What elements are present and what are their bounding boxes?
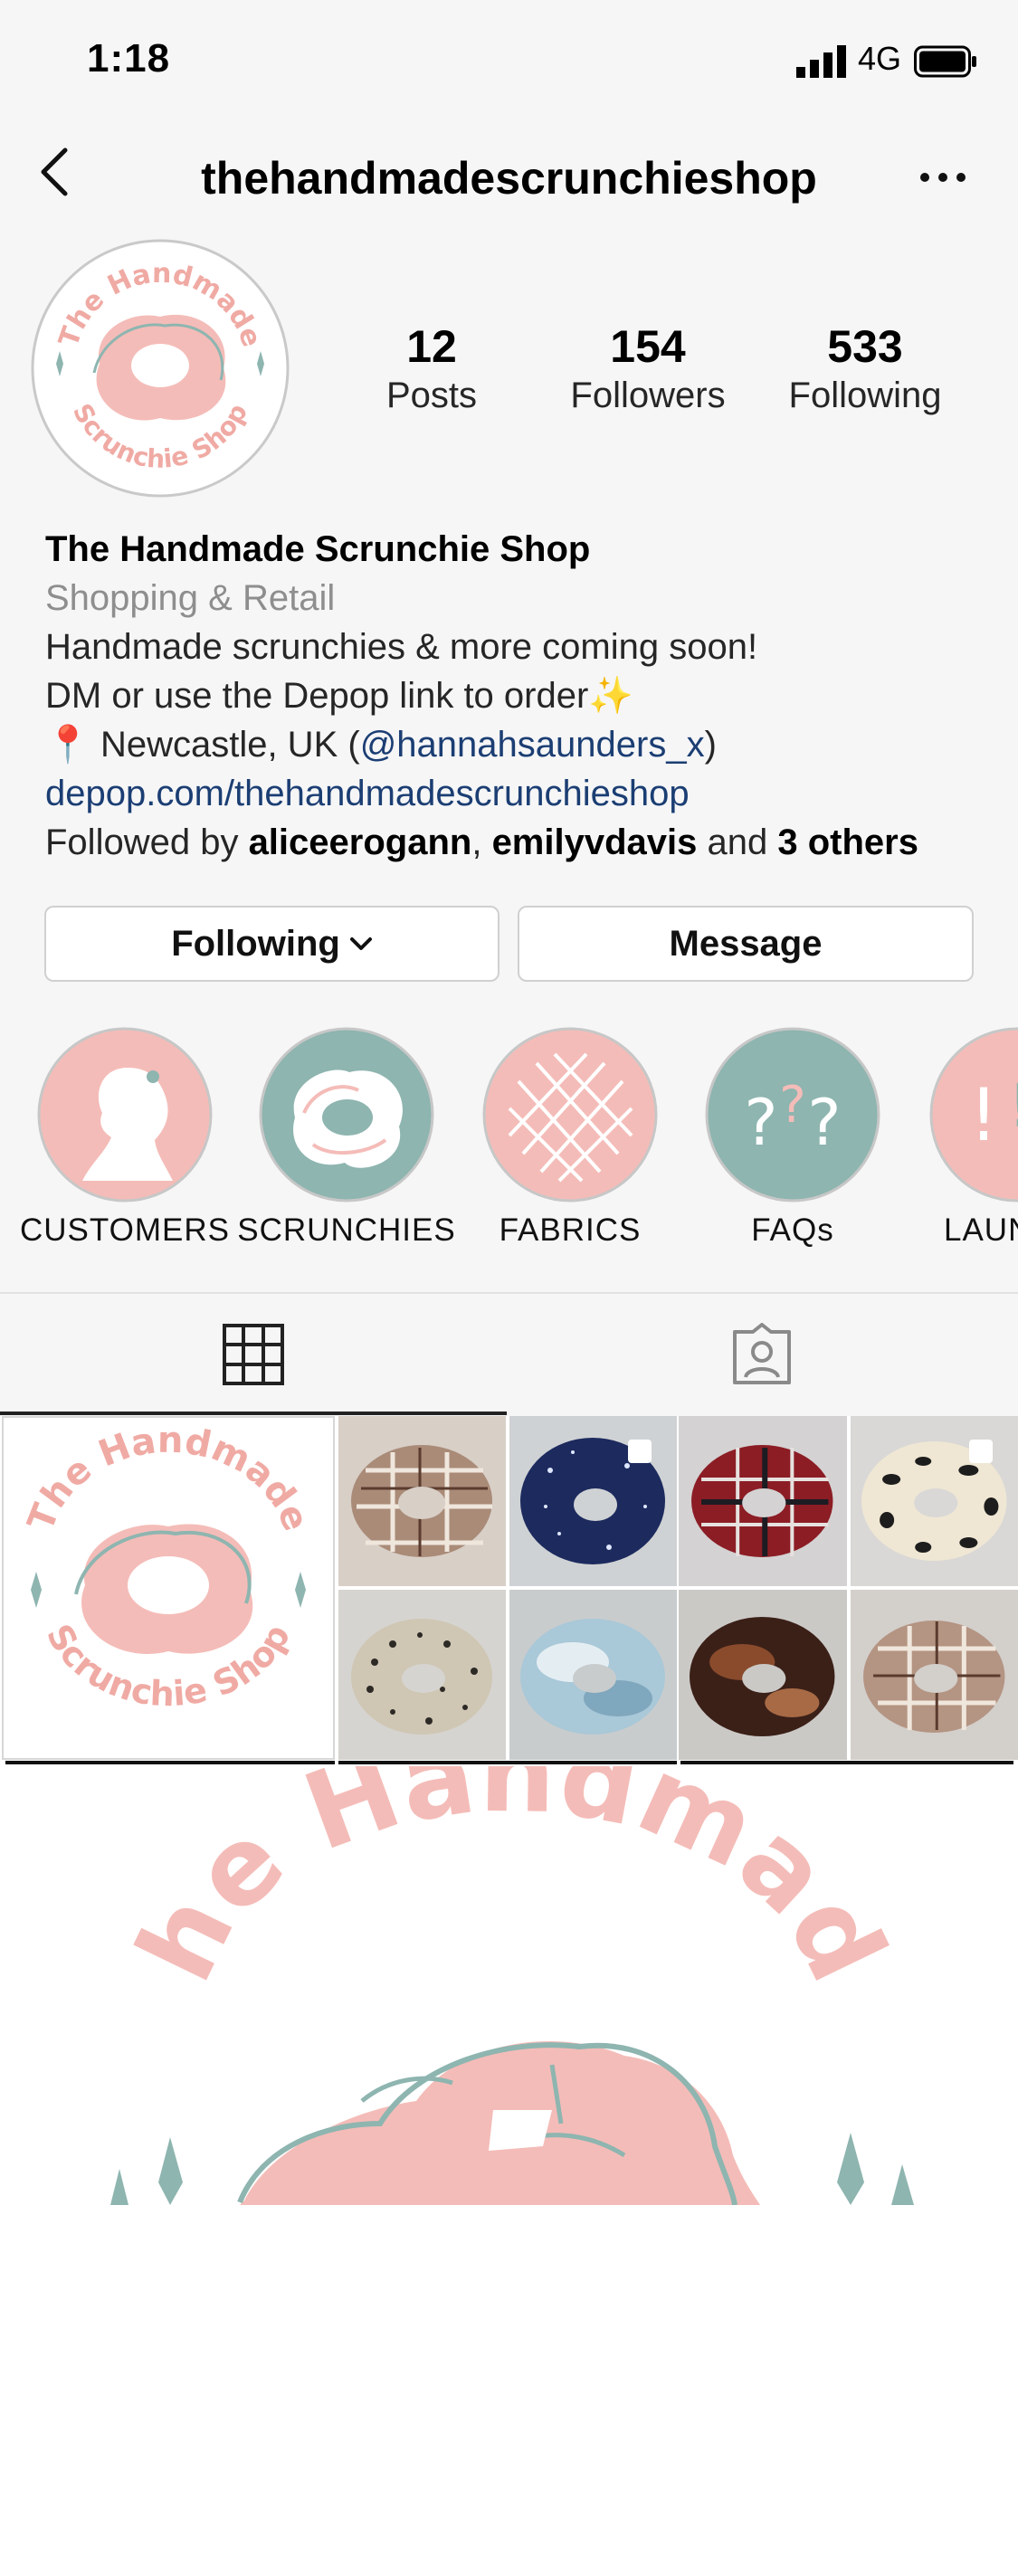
active-tab-indicator (0, 1412, 507, 1415)
post-tile-large-logo[interactable]: The Handmade (0, 1766, 1018, 2205)
following-button-label: Following (171, 923, 340, 964)
highlight-launch-icon: ! ! (929, 1027, 1018, 1202)
highlight-fabrics-icon[interactable] (482, 1027, 658, 1202)
multi-post-icon (628, 1440, 652, 1463)
highlight-customers-label[interactable]: CUSTOMERS (12, 1212, 238, 1249)
battery-icon (914, 45, 976, 78)
stat-followers[interactable]: 154 Followers (557, 321, 738, 419)
location-close: ) (704, 725, 717, 765)
highlight-customers-icon[interactable] (37, 1027, 213, 1202)
row-divider (680, 1761, 1013, 1764)
highlight-faqs-icon[interactable]: ? ? ? (705, 1027, 880, 1202)
location-text: Newcastle, UK ( (100, 725, 360, 765)
highlight-launch[interactable]: ! ! LAUNCH (926, 1022, 1018, 1267)
followed-by-separator: , (471, 822, 492, 862)
profile-display-name: The Handmade Scrunchie Shop (45, 529, 591, 569)
post-tile-collage-2[interactable] (679, 1416, 1018, 1760)
photo-red-tartan-scrunchie (679, 1416, 847, 1586)
photo-beige-check-scrunchie (850, 1590, 1018, 1760)
grid-icon[interactable] (222, 1323, 285, 1386)
status-time: 1:18 (87, 36, 171, 81)
svg-text:?: ? (779, 1076, 806, 1135)
chevron-down-icon (349, 937, 372, 950)
stat-followers-count: 154 (610, 321, 686, 372)
location-mention-link[interactable]: @hannahsaunders_x (360, 725, 705, 765)
highlight-launch-label: LAUNCH (944, 1212, 1018, 1248)
profile-username-title: thehandmadescrunchieshop (201, 153, 817, 204)
bio-line-2-text: DM or use the Depop link to order (45, 676, 589, 716)
followed-by-prefix: Followed by (45, 822, 249, 862)
photo-leopard-scrunchie (338, 1590, 506, 1760)
tagged-icon[interactable] (729, 1323, 794, 1386)
svg-text:!: ! (969, 1073, 998, 1157)
followed-by-and: and (697, 822, 778, 862)
followed-by-user-2: emilyvdavis (491, 822, 698, 862)
followed-by-user-1: aliceerogann (248, 822, 472, 862)
more-icon[interactable] (916, 168, 970, 186)
highlight-scrunchies-icon[interactable] (259, 1027, 434, 1202)
stat-following-label: Following (788, 375, 942, 415)
message-button-label: Message (669, 923, 823, 964)
following-button[interactable]: Following (44, 906, 499, 982)
highlight-scrunchies-label[interactable]: SCRUNCHIES (233, 1212, 460, 1249)
stat-posts-count: 12 (406, 321, 457, 372)
bio-line-1: Handmade scrunchies & more coming soon! (45, 627, 758, 667)
stat-following[interactable]: 533 Following (775, 321, 956, 419)
stat-posts[interactable]: 12 Posts (341, 321, 522, 419)
photo-plaid-scrunchie (338, 1416, 506, 1586)
website-link[interactable]: depop.com/thehandmadescrunchieshop (45, 769, 1004, 818)
profile-avatar[interactable]: The Handmade Scrunchie Shop (29, 237, 291, 499)
stat-posts-label: Posts (385, 375, 478, 415)
multi-post-icon (969, 1440, 993, 1463)
tabbar-divider (0, 1292, 1018, 1294)
profile-bio: The Handmade Scrunchie Shop Shopping & R… (45, 525, 1004, 867)
network-label: 4G (858, 40, 902, 77)
followed-by[interactable]: Followed by aliceerogann, emilyvdavis an… (45, 818, 1004, 867)
sparkles-emoji: ✨ (588, 676, 634, 716)
bio-location: 📍 Newcastle, UK (@hannahsaunders_x) (45, 720, 1004, 769)
profile-category: Shopping & Retail (45, 578, 336, 618)
photo-star-scrunchie (509, 1416, 677, 1586)
row-divider (338, 1761, 677, 1764)
signal-icon (796, 45, 846, 78)
photo-tiedye-scrunchie (509, 1590, 677, 1760)
stat-following-count: 533 (827, 321, 903, 372)
svg-text:?: ? (807, 1086, 841, 1160)
highlight-fabrics-label[interactable]: FABRICS (457, 1212, 683, 1249)
row-divider (5, 1761, 335, 1764)
post-tile-logo[interactable]: The Handmade Scrunchie Shop (2, 1416, 335, 1760)
bio-line-2: DM or use the Depop link to order✨ (45, 671, 1004, 720)
photo-animal-print-scrunchie (850, 1416, 1018, 1586)
followed-by-others: 3 others (777, 822, 918, 862)
large-logo-text: The Handmade (0, 1766, 910, 2000)
highlight-faqs-label[interactable]: FAQs (680, 1212, 906, 1249)
post-logo-image: The Handmade Scrunchie Shop (20, 1420, 317, 1715)
post-tile-collage-1[interactable] (338, 1416, 677, 1760)
stat-followers-label: Followers (570, 375, 726, 415)
svg-text:?: ? (744, 1086, 777, 1160)
photo-brown-scrunchie (679, 1590, 847, 1760)
post-logo-text-top: The Handmade (20, 1420, 317, 1536)
message-button[interactable]: Message (518, 906, 974, 982)
svg-text:!: ! (1008, 1071, 1018, 1141)
location-pin-icon: 📍 (45, 725, 90, 765)
